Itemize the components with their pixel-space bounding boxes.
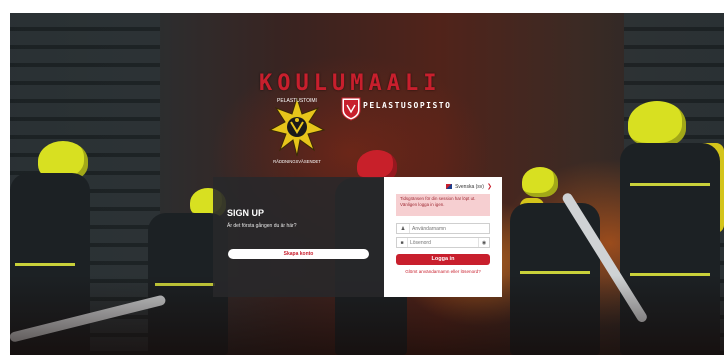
- language-selector[interactable]: Svenska (sv) ❯: [446, 183, 492, 190]
- crest-bottom-text: RÄDDNINGSVÄSENDET: [273, 159, 321, 164]
- username-input[interactable]: [410, 224, 489, 233]
- create-account-button[interactable]: Skapa konto: [228, 249, 369, 259]
- user-icon: ♟: [397, 224, 410, 233]
- signup-title: SIGN UP: [227, 208, 265, 218]
- session-expired-alert: Tidsgränsen för din session har löpt ut.…: [396, 194, 490, 216]
- flag-icon: [446, 184, 453, 189]
- pelastustoimi-crest-logo: PELASTUSTOIMI RÄDDNINGSVÄSENDET: [268, 96, 326, 164]
- signup-panel: SIGN UP Är det första gången du är här? …: [213, 177, 384, 297]
- username-field: ♟: [396, 223, 490, 234]
- password-field: ■ ◉: [396, 237, 490, 248]
- chevron-down-icon: ❯: [486, 184, 492, 190]
- lock-icon: ■: [397, 238, 408, 247]
- login-button[interactable]: Logga in: [396, 254, 490, 265]
- forgot-credentials-link[interactable]: Glömt användarnamn eller lösenord?: [396, 269, 490, 274]
- pelastusopisto-shield-logo: [341, 97, 361, 121]
- signup-question: Är det första gången du är här?: [227, 223, 297, 229]
- eye-icon[interactable]: ◉: [478, 238, 489, 247]
- crest-top-text: PELASTUSTOIMI: [277, 98, 317, 104]
- login-panel: Svenska (sv) ❯ Tidsgränsen för din sessi…: [384, 177, 502, 297]
- password-input[interactable]: [408, 238, 478, 247]
- app-title: KOULUMAALI: [259, 71, 442, 96]
- language-label: Svenska (sv): [455, 183, 484, 190]
- org-name: PELASTUSOPISTO: [363, 101, 452, 110]
